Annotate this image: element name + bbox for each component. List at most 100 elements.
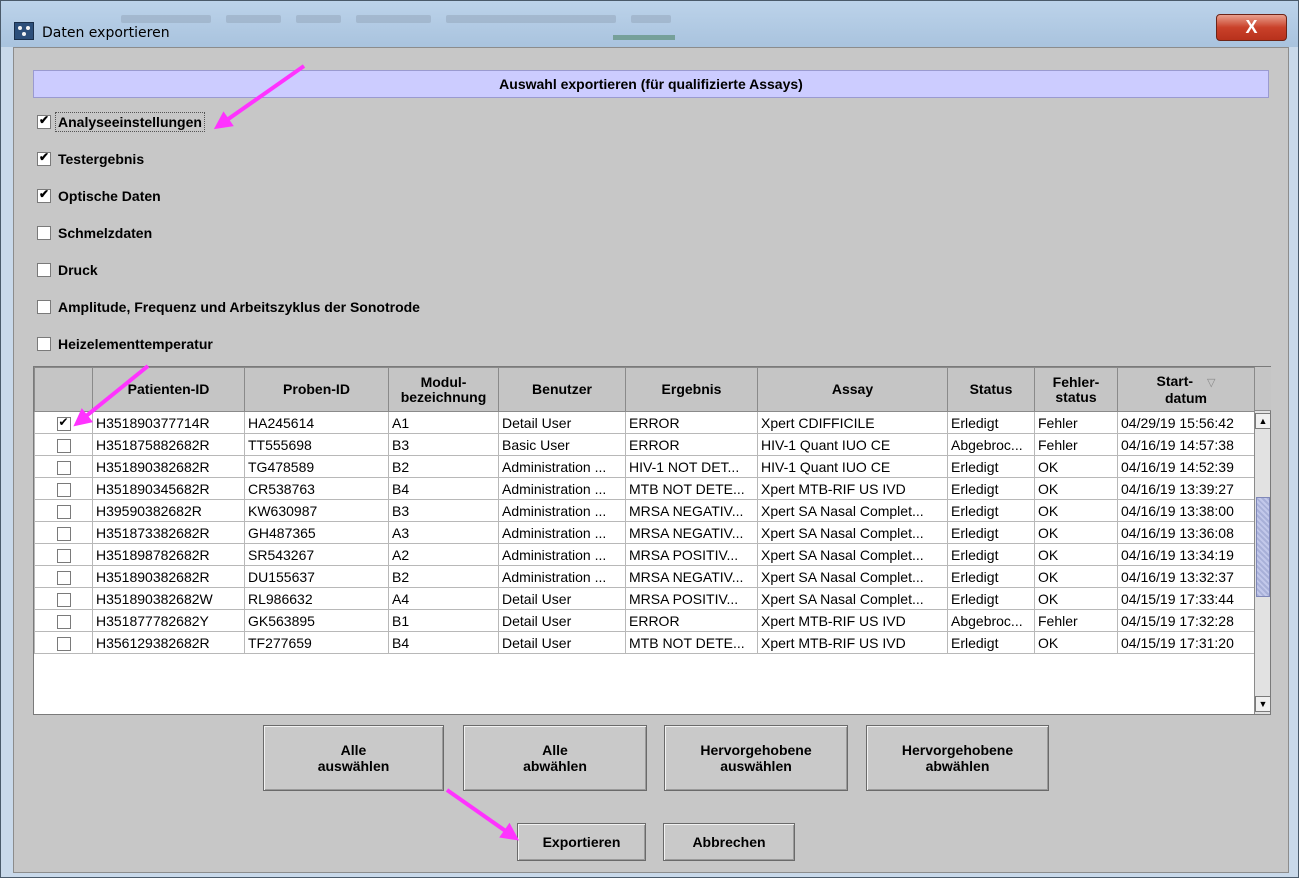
row-checkbox[interactable] <box>56 636 71 651</box>
row-select-cell[interactable] <box>34 543 93 566</box>
table-row[interactable]: H351898782682R SR543267 A2 Administration .… <box>34 543 1255 566</box>
table-row[interactable]: H351875882682R TT555698 B3 Basic User ERROR H… <box>34 433 1255 456</box>
row-select-cell[interactable] <box>34 565 93 588</box>
column-header-select[interactable] <box>34 367 93 412</box>
cell-result: MRSA NEGATIV... <box>625 565 758 588</box>
cell-module: B2 <box>388 455 499 478</box>
option-heater-temperature[interactable]: Heizelementtemperatur <box>37 334 213 354</box>
background-menu-ghost <box>226 15 281 23</box>
row-checkbox[interactable] <box>56 460 71 475</box>
table-row[interactable]: H351890345682R CR538763 B4 Administration .… <box>34 477 1255 500</box>
row-checkbox[interactable] <box>56 482 71 497</box>
row-select-cell[interactable] <box>34 477 93 500</box>
row-select-cell[interactable] <box>34 587 93 610</box>
cell-result: MRSA POSITIV... <box>625 543 758 566</box>
column-header-module[interactable]: Modul-bezeichnung <box>388 367 499 412</box>
cell-sample: TG478589 <box>244 455 389 478</box>
deselect-all-button[interactable]: Alle abwählen <box>463 725 647 791</box>
cell-user: Administration ... <box>498 455 626 478</box>
cell-user: Administration ... <box>498 543 626 566</box>
select-all-button[interactable]: Alle auswählen <box>263 725 444 791</box>
row-select-cell[interactable] <box>34 631 93 654</box>
column-header-error-status[interactable]: Fehler-status <box>1034 367 1118 412</box>
column-header-assay[interactable]: Assay <box>757 367 948 412</box>
scroll-down-button[interactable]: ▼ <box>1255 696 1271 712</box>
table-row[interactable]: H351877782682Y GK563895 B1 Detail User ERROR… <box>34 609 1255 632</box>
cell-sample: RL986632 <box>244 587 389 610</box>
row-checkbox[interactable] <box>56 614 71 629</box>
row-checkbox[interactable] <box>56 570 71 585</box>
column-header-status[interactable]: Status <box>947 367 1035 412</box>
option-sonotrode[interactable]: Amplitude, Frequenz und Arbeitszyklus de… <box>37 297 420 317</box>
cell-error: Fehler <box>1034 411 1118 434</box>
results-table: Patienten-ID Proben-ID Modul-bezeichnung… <box>34 367 1255 654</box>
row-select-cell[interactable] <box>34 609 93 632</box>
option-optical-data[interactable]: Optische Daten <box>37 186 161 206</box>
checkbox[interactable] <box>37 187 51 203</box>
table-row[interactable]: H356129382682R TF277659 B4 Detail User MTB N… <box>34 631 1255 654</box>
export-dialog: Daten exportieren X Auswahl exportieren … <box>0 0 1299 878</box>
cell-sample: DU155637 <box>244 565 389 588</box>
column-header-user[interactable]: Benutzer <box>498 367 626 412</box>
table-row[interactable]: H351873382682R GH487365 A3 Administration .… <box>34 521 1255 544</box>
cell-assay: Xpert SA Nasal Complet... <box>757 521 948 544</box>
row-checkbox[interactable] <box>56 548 71 563</box>
close-button[interactable]: X <box>1216 14 1287 41</box>
checkbox[interactable] <box>37 226 51 240</box>
deselect-highlighted-button[interactable]: Hervorgehobene abwählen <box>866 725 1049 791</box>
cell-patient: H356129382682R <box>92 631 245 654</box>
table-row[interactable]: H351890382682W RL986632 A4 Detail User MRSA … <box>34 587 1255 610</box>
row-checkbox[interactable] <box>56 592 71 607</box>
cell-patient: H351873382682R <box>92 521 245 544</box>
cell-sample: TT555698 <box>244 433 389 456</box>
cell-patient: H351890377714R <box>92 411 245 434</box>
table-row[interactable]: H351890382682R DU155637 B2 Administration .… <box>34 565 1255 588</box>
row-select-cell[interactable] <box>34 499 93 522</box>
row-select-cell[interactable] <box>34 521 93 544</box>
table-row[interactable]: H351890377714RHA245614A1Detail UserERROR… <box>34 411 1255 434</box>
cell-error: Fehler <box>1034 609 1118 632</box>
column-header-start-date[interactable]: Start- ▽ datum <box>1117 367 1255 412</box>
sort-descending-icon: ▽ <box>1207 376 1216 389</box>
cell-patient: H351890382682W <box>92 587 245 610</box>
table-row[interactable]: H351890382682R TG478589 B2 Administration .… <box>34 455 1255 478</box>
scroll-thumb[interactable] <box>1256 497 1270 597</box>
option-analysis-settings[interactable]: Analyseeinstellungen <box>37 112 205 132</box>
export-button[interactable]: Exportieren <box>517 823 646 861</box>
column-header-result[interactable]: Ergebnis <box>625 367 758 412</box>
section-header: Auswahl exportieren (für qualifizierte A… <box>33 70 1269 98</box>
background-menu-ghost <box>631 15 671 23</box>
checkbox[interactable] <box>37 150 51 166</box>
cell-result: ERROR <box>625 609 758 632</box>
option-test-result[interactable]: Testergebnis <box>37 149 144 169</box>
cell-error: OK <box>1034 587 1118 610</box>
row-checkbox[interactable] <box>56 526 71 541</box>
select-highlighted-button[interactable]: Hervorgehobene auswählen <box>664 725 848 791</box>
scroll-up-button[interactable]: ▲ <box>1255 413 1271 429</box>
background-menu-ghost <box>356 15 431 23</box>
checkbox[interactable] <box>37 113 51 129</box>
checkbox[interactable] <box>37 300 51 314</box>
cell-assay: HIV-1 Quant IUO CE <box>757 433 948 456</box>
table-scrollbar[interactable]: ▲ ▼ <box>1254 367 1271 714</box>
checkbox[interactable] <box>37 263 51 277</box>
checkbox[interactable] <box>37 337 51 351</box>
cell-patient: H351890382682R <box>92 565 245 588</box>
cancel-button[interactable]: Abbrechen <box>663 823 795 861</box>
option-label: Testergebnis <box>58 151 145 167</box>
row-checkbox[interactable] <box>56 438 71 453</box>
table-row[interactable]: H39590382682R KW630987 B3 Administration ..… <box>34 499 1255 522</box>
cell-user: Detail User <box>498 609 626 632</box>
row-select-cell[interactable] <box>34 455 93 478</box>
option-melt-data[interactable]: Schmelzdaten <box>37 223 152 243</box>
cell-sample: HA245614 <box>244 411 389 434</box>
cell-start: 04/15/19 17:32:28 <box>1117 609 1255 632</box>
cell-assay: Xpert MTB-RIF US IVD <box>757 631 948 654</box>
row-select-cell[interactable] <box>34 433 93 456</box>
column-header-sample-id[interactable]: Proben-ID <box>244 367 389 412</box>
cell-result: MRSA POSITIV... <box>625 587 758 610</box>
cell-sample: GK563895 <box>244 609 389 632</box>
cell-error: Fehler <box>1034 433 1118 456</box>
option-pressure[interactable]: Druck <box>37 260 98 280</box>
row-checkbox[interactable] <box>56 504 71 519</box>
